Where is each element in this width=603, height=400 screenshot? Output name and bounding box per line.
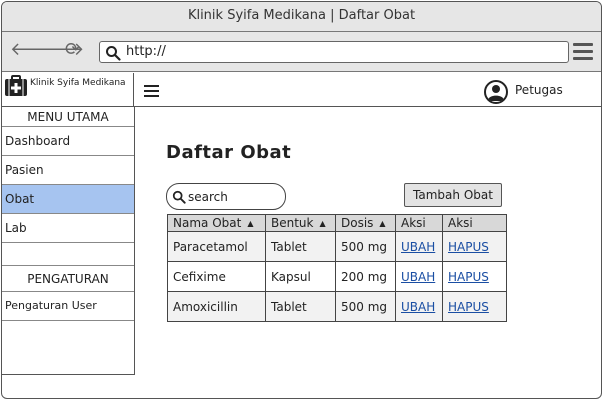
cell-nama: Amoxicillin xyxy=(167,291,266,322)
search-input[interactable] xyxy=(188,188,280,205)
browser-window: Klinik Syifa Medikana | Daftar Obat 🡐 🡒 … xyxy=(1,1,602,399)
cell-delete: HAPUS xyxy=(442,261,507,292)
cell-nama: Paracetamol xyxy=(167,231,266,262)
cell-dosis: 200 mg xyxy=(335,261,396,292)
url-field[interactable]: http:// xyxy=(99,41,569,63)
brand[interactable]: Klinik Syifa Medikana xyxy=(2,73,134,107)
cell-dosis: 500 mg xyxy=(335,291,396,322)
search-field[interactable] xyxy=(166,183,286,210)
sidebar-item-lab[interactable]: Lab xyxy=(2,214,134,243)
user-avatar-icon[interactable] xyxy=(484,80,508,104)
table-row: Cefixime Kapsul 200 mg UBAH HAPUS xyxy=(167,261,507,292)
table-row: Paracetamol Tablet 500 mg UBAH HAPUS xyxy=(167,231,507,262)
user-name[interactable]: Petugas xyxy=(515,83,563,97)
app-header: Klinik Syifa Medikana Petugas xyxy=(2,73,601,107)
brand-name: Klinik Syifa Medikana xyxy=(30,78,126,88)
delete-link[interactable]: HAPUS xyxy=(448,270,489,284)
sidebar-item-pengaturan-user[interactable]: Pengaturan User xyxy=(2,292,134,321)
sort-up-icon[interactable]: ▲ xyxy=(247,219,253,228)
column-header-bentuk[interactable]: Bentuk ▲ xyxy=(265,214,336,232)
reload-icon[interactable]: ⟳ xyxy=(65,40,80,60)
sidebar-item-obat[interactable]: Obat xyxy=(2,185,134,214)
drug-table: Nama Obat ▲ Bentuk ▲ Dosis ▲ Aksi Aksi Para… xyxy=(167,214,507,322)
cell-edit: UBAH xyxy=(395,291,443,322)
cell-nama: Cefixime xyxy=(167,261,266,292)
medical-kit-icon xyxy=(5,75,27,96)
add-drug-button[interactable]: Tambah Obat xyxy=(404,183,502,207)
table-row: Amoxicillin Tablet 500 mg UBAH HAPUS xyxy=(167,291,507,322)
url-text: http:// xyxy=(126,44,166,59)
column-header-dosis[interactable]: Dosis ▲ xyxy=(335,214,396,232)
cell-delete: HAPUS xyxy=(442,231,507,262)
delete-link[interactable]: HAPUS xyxy=(448,300,489,314)
sort-up-icon[interactable]: ▲ xyxy=(319,219,325,228)
column-header-aksi: Aksi xyxy=(442,214,507,232)
hamburger-menu-icon[interactable] xyxy=(573,43,593,61)
cell-delete: HAPUS xyxy=(442,291,507,322)
cell-bentuk: Tablet xyxy=(265,291,336,322)
cell-bentuk: Kapsul xyxy=(265,261,336,292)
column-header-aksi: Aksi xyxy=(395,214,443,232)
search-icon xyxy=(172,190,186,204)
window-title: Klinik Syifa Medikana | Daftar Obat xyxy=(2,2,601,32)
delete-link[interactable]: HAPUS xyxy=(448,240,489,254)
edit-link[interactable]: UBAH xyxy=(401,270,435,284)
sidebar-item-pasien[interactable]: Pasien xyxy=(2,156,134,185)
sort-up-icon[interactable]: ▲ xyxy=(379,219,385,228)
sidebar-section-title: PENGATURAN xyxy=(2,266,134,292)
edit-link[interactable]: UBAH xyxy=(401,300,435,314)
sidebar-section-title: MENU UTAMA xyxy=(2,107,134,127)
cell-dosis: 500 mg xyxy=(335,231,396,262)
sidebar-item-dashboard[interactable]: Dashboard xyxy=(2,127,134,156)
page-title: Daftar Obat xyxy=(166,142,292,163)
cell-edit: UBAH xyxy=(395,261,443,292)
cell-bentuk: Tablet xyxy=(265,231,336,262)
column-header-nama[interactable]: Nama Obat ▲ xyxy=(167,214,266,232)
edit-link[interactable]: UBAH xyxy=(401,240,435,254)
sidebar-toggle-icon[interactable] xyxy=(144,85,159,98)
cell-edit: UBAH xyxy=(395,231,443,262)
sidebar: MENU UTAMA Dashboard Pasien Obat Lab PEN… xyxy=(2,107,135,375)
search-icon xyxy=(106,46,121,61)
sidebar-spacer xyxy=(2,243,134,266)
table-header-row: Nama Obat ▲ Bentuk ▲ Dosis ▲ Aksi Aksi xyxy=(167,214,507,232)
address-bar: 🡐 🡒 ⟳ http:// xyxy=(2,32,601,72)
